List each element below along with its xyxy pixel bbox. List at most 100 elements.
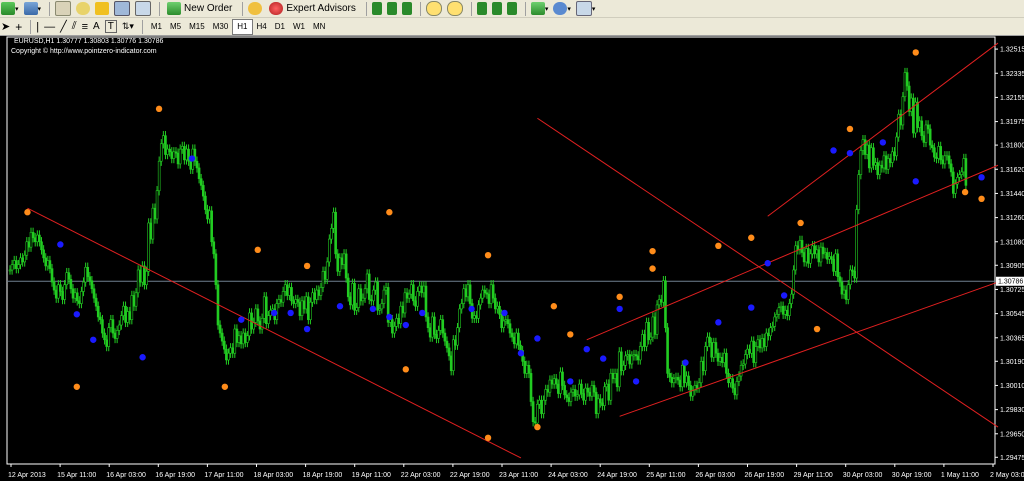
strategy-tester-button[interactable] [134, 1, 152, 16]
timeframe-m15-button[interactable]: M15 [185, 20, 209, 34]
candle-body [451, 339, 455, 371]
timeframe-h4-button[interactable]: H4 [253, 20, 271, 34]
channel-button[interactable]: ⫽ [71, 19, 78, 34]
candle-body [758, 339, 762, 349]
x-tick-label: 22 Apr 03:00 [401, 472, 441, 479]
crosshair-button[interactable]: + [14, 19, 23, 34]
candle-body [603, 386, 606, 406]
tile-windows-button[interactable] [476, 1, 488, 16]
candle-body [262, 296, 266, 319]
trend-line [586, 164, 999, 341]
metaeditor-icon [248, 2, 263, 15]
candle-body [206, 209, 209, 220]
candle-body [267, 315, 270, 324]
fractal-down-marker [287, 309, 294, 317]
terminal-button[interactable] [113, 1, 131, 16]
fractal-down-marker [632, 378, 640, 385]
auto-scroll-button[interactable] [506, 1, 518, 16]
bar-chart-icon [371, 2, 382, 15]
candle-body [399, 305, 403, 324]
x-tick-label: 26 Apr 19:00 [745, 472, 785, 479]
market-watch-button[interactable] [54, 1, 72, 16]
new-order-label: New Order [184, 3, 233, 14]
candle-body [78, 300, 81, 304]
line-chart-button[interactable] [401, 1, 413, 16]
text-tool-label: A [93, 21, 100, 32]
candle-body [594, 391, 598, 414]
templates-button[interactable]: ▾ [575, 1, 597, 16]
candle-body [225, 348, 228, 361]
candle-body [304, 296, 308, 310]
timeframe-m5-button[interactable]: M5 [166, 20, 185, 34]
chart-shift-button[interactable] [491, 1, 503, 16]
toolbar-separator [141, 19, 143, 34]
candle-body [180, 146, 184, 150]
timeframe-d1-button[interactable]: D1 [271, 20, 289, 34]
candle-body [170, 151, 174, 159]
candle-body [798, 240, 802, 251]
candle-body [536, 403, 539, 424]
candle-body [601, 402, 604, 406]
zoom-in-button[interactable] [425, 1, 443, 16]
vertical-line-button[interactable]: | [35, 19, 40, 34]
y-tick-label: 1.30365 [1000, 335, 1024, 342]
candle-body [882, 155, 886, 169]
candle-body [189, 160, 192, 170]
plus-chart-icon [1, 2, 15, 15]
x-tick-label: 19 Apr 11:00 [352, 472, 391, 479]
candle-body [584, 387, 587, 401]
candle-body [481, 289, 484, 299]
fractal-down-marker [600, 355, 607, 362]
toolbar-separator [419, 1, 421, 16]
candle-body [611, 373, 615, 380]
trendline-button[interactable]: ╱ [59, 19, 68, 34]
candle-body [527, 365, 531, 374]
expert-advisors-icon [269, 2, 284, 15]
expert-advisors-button[interactable]: Expert Advisors [266, 1, 358, 16]
candle-body [870, 147, 873, 169]
fibonacci-button[interactable]: ≡ [81, 19, 89, 34]
profiles-icon [23, 2, 38, 15]
timeframe-h1-button[interactable]: H1 [232, 18, 253, 35]
horizontal-line-button[interactable]: — [43, 19, 56, 34]
candle-body [954, 183, 957, 194]
chart-area[interactable]: EURUSD,H1 1.30777 1.30803 1.30776 1.3078… [0, 36, 1024, 481]
timeframe-w1-button[interactable]: W1 [289, 20, 309, 34]
candle-body [149, 222, 153, 240]
zoom-out-button[interactable] [446, 1, 464, 16]
candle-body [54, 289, 58, 299]
arrows-button[interactable]: ⇅▾ [121, 19, 135, 34]
candle-body [487, 293, 491, 304]
candle-body [220, 332, 224, 342]
timeframe-mn-button[interactable]: MN [309, 20, 329, 34]
candle-body [208, 210, 211, 220]
tile-windows-icon [476, 2, 487, 15]
candlestick-button[interactable] [386, 1, 398, 16]
candle-body [922, 135, 926, 143]
candle-body [185, 148, 188, 161]
timeframe-m30-button[interactable]: M30 [209, 20, 233, 34]
periods-button[interactable]: ▾ [552, 1, 572, 16]
cursor-button[interactable]: ➤ [0, 19, 11, 34]
new-chart-button[interactable]: ▾ [0, 1, 20, 16]
candle-body [937, 146, 940, 159]
navigator-button[interactable] [94, 1, 110, 16]
x-tick-label: 26 Apr 03:00 [695, 472, 735, 479]
candle-body [645, 322, 648, 347]
price-chart[interactable]: EURUSD,H1 1.30777 1.30803 1.30776 1.3078… [0, 36, 1024, 481]
indicators-button[interactable]: ▾ [530, 1, 550, 16]
bar-chart-button[interactable] [371, 1, 383, 16]
candle-body [508, 323, 512, 334]
fractal-down-marker [271, 309, 278, 317]
new-order-button[interactable]: New Order [164, 1, 235, 16]
candle-body [359, 288, 363, 302]
fractal-down-marker [517, 350, 525, 357]
timeframe-m1-button[interactable]: M1 [147, 20, 166, 34]
candle-body [319, 287, 323, 296]
text-tool-button[interactable]: A [92, 19, 101, 34]
profiles-button[interactable]: ▾ [23, 1, 43, 16]
data-window-button[interactable] [75, 1, 91, 16]
metaeditor-button[interactable] [247, 1, 263, 16]
candle-body [115, 330, 119, 339]
label-tool-button[interactable]: T [104, 19, 118, 34]
